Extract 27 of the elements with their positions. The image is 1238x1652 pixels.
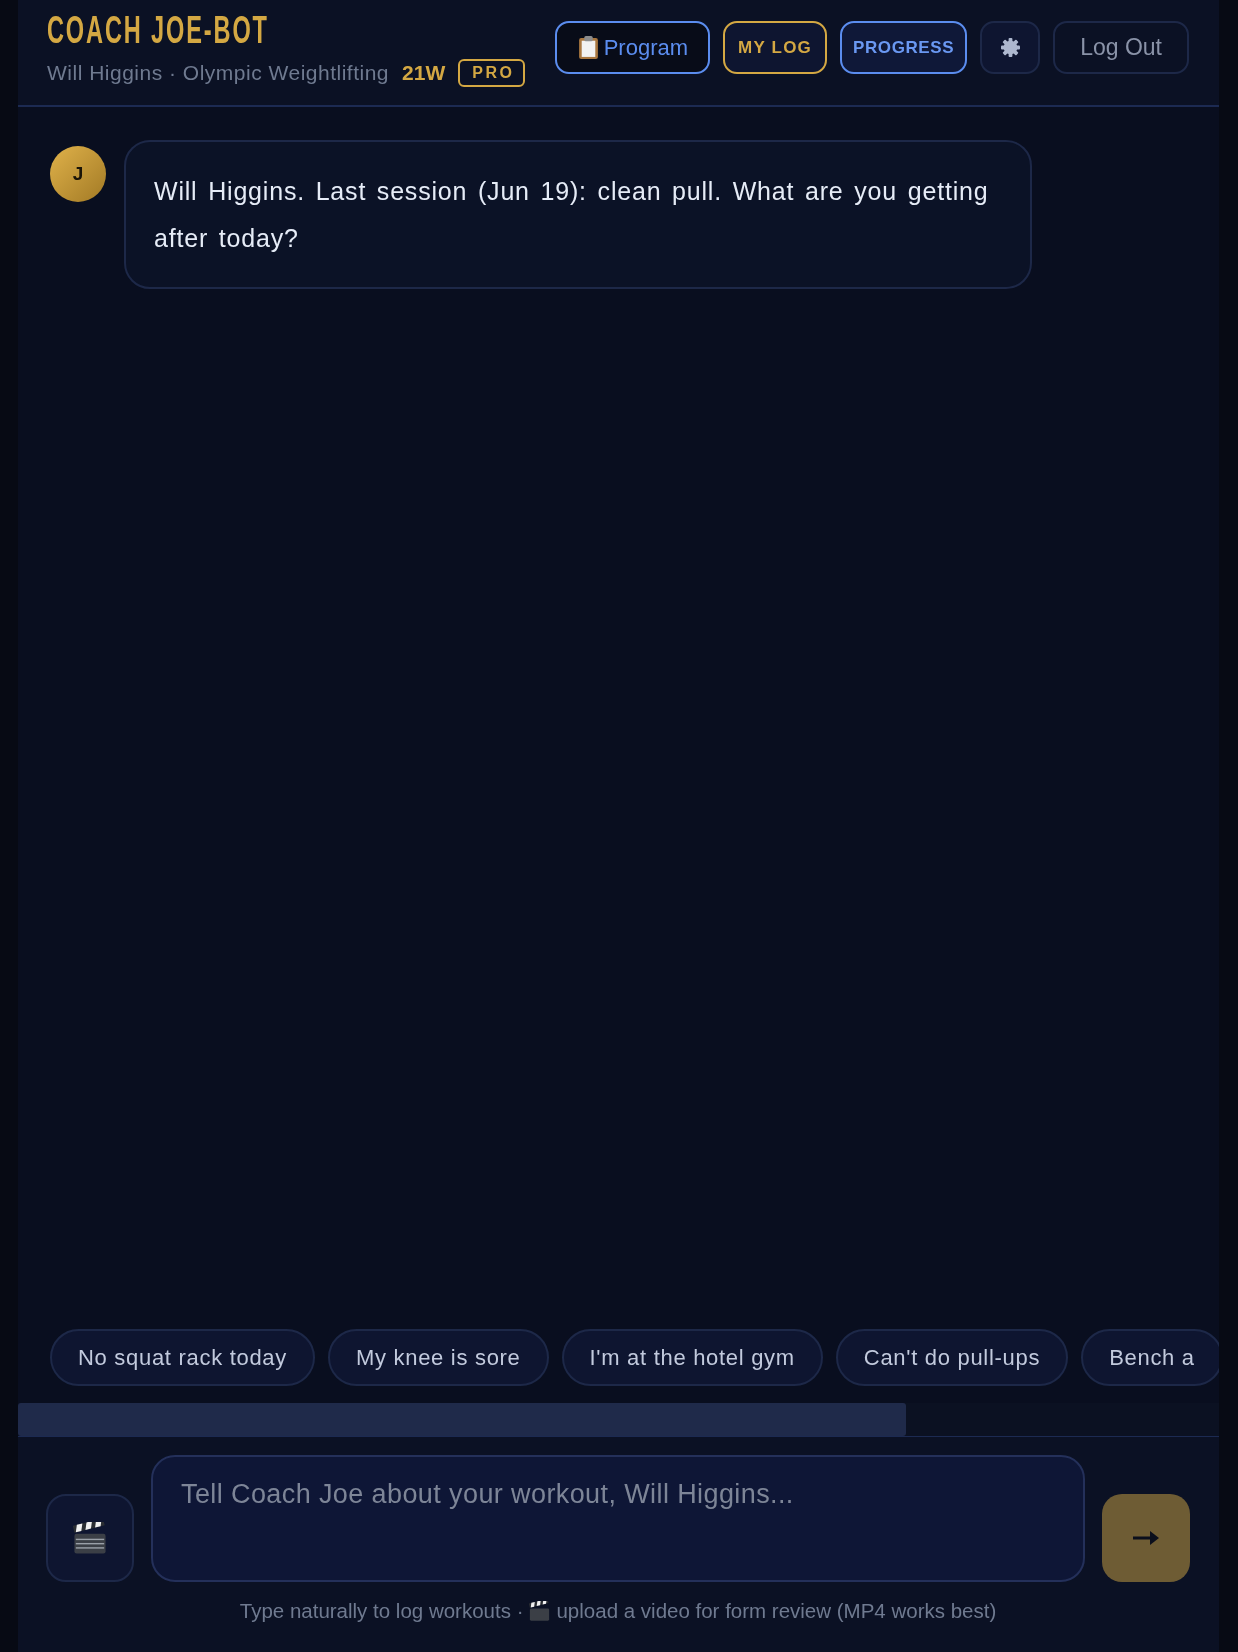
suggestion-chip[interactable]: Bench a	[1081, 1329, 1219, 1386]
video-upload-button[interactable]	[46, 1494, 134, 1582]
coach-avatar: J	[50, 146, 106, 202]
suggestion-chip[interactable]: I'm at the hotel gym	[561, 1329, 823, 1386]
clapperboard-icon	[529, 1601, 551, 1621]
program-button[interactable]: Program	[554, 21, 711, 74]
log-out-button[interactable]: Log Out	[1053, 21, 1189, 74]
hint-text: Type naturally to log workouts ·	[239, 1599, 524, 1623]
plan-badge: PRO	[458, 59, 526, 87]
clapperboard-icon	[73, 1522, 107, 1554]
hint-text: upload a video for form review (MP4 works best)	[556, 1599, 997, 1623]
suggestion-chip[interactable]: My knee is sore	[327, 1329, 549, 1386]
suggestion-chip[interactable]: Can't do pull-ups	[835, 1329, 1069, 1386]
settings-button[interactable]	[980, 21, 1041, 74]
message-input[interactable]: Tell Coach Joe about your workout, Will Higgins...	[151, 1455, 1085, 1582]
stat-text: 21W	[402, 61, 446, 85]
user-sport-text: Will Higgins · Olympic Weightlifting	[47, 61, 390, 85]
suggestion-chip[interactable]: No squat rack today	[50, 1329, 315, 1386]
scrollbar-thumb[interactable]	[18, 1403, 906, 1436]
send-button[interactable]	[1102, 1494, 1190, 1582]
coach-message: Will Higgins. Last session (Jun 19): clean pull. What are you getting after today?	[124, 140, 1032, 289]
clipboard-icon	[578, 36, 598, 59]
settings-icon	[1000, 38, 1020, 57]
log-button[interactable]: MY LOG	[723, 21, 827, 74]
arrow-icon	[1133, 1531, 1159, 1545]
app-title: COACH JOE-BOT	[47, 10, 269, 50]
progress-button[interactable]: PROGRESS	[840, 21, 968, 74]
